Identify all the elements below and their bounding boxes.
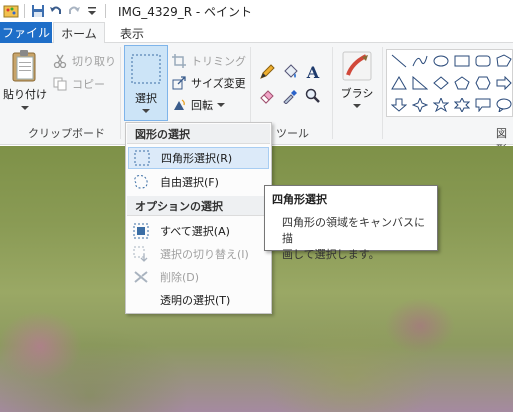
select-label: 選択 <box>135 92 157 105</box>
tab-file[interactable]: ファイル <box>0 22 52 43</box>
crop-icon <box>171 53 187 69</box>
four-point-star-shape-icon[interactable] <box>410 96 430 114</box>
customize-toolbar-icon[interactable] <box>83 2 101 20</box>
text-tool-icon[interactable]: A <box>304 63 322 82</box>
scissors-icon <box>52 53 68 69</box>
divider <box>24 4 25 18</box>
brushes-button[interactable]: ブラシ <box>336 51 378 109</box>
menu-item-label: 選択の切り替え(I) <box>160 248 249 261</box>
rectangle-shape-icon[interactable] <box>452 52 472 70</box>
rectangle-select-icon <box>131 54 161 84</box>
oval-callout-shape-icon[interactable] <box>494 96 513 114</box>
menu-item-invert-selection[interactable]: 選択の切り替え(I) <box>128 243 269 265</box>
magnifier-icon[interactable] <box>304 87 322 105</box>
select-button[interactable]: 選択 <box>124 45 168 121</box>
menu-item-transparent-selection[interactable]: 透明の選択(T) <box>128 289 269 311</box>
rotate-button[interactable]: 回転 <box>171 97 225 113</box>
resize-icon <box>171 75 187 91</box>
fill-bucket-icon[interactable] <box>281 63 299 81</box>
copy-button[interactable]: コピー <box>52 76 105 92</box>
callout-shape-icon[interactable] <box>473 96 493 114</box>
menu-item-rectangular-selection[interactable]: 四角形選択(R) <box>128 147 269 169</box>
cut-label: 切り取り <box>72 55 116 68</box>
title-bar: IMG_4329_R - ペイント <box>0 0 513 22</box>
group-divider <box>332 47 333 139</box>
menu-item-label: すべて選択(A) <box>160 225 230 238</box>
crop-label: トリミング <box>191 55 246 68</box>
tooltip-title: 四角形選択 <box>272 193 327 206</box>
triangle-shape-icon[interactable] <box>389 74 409 92</box>
curve-shape-icon[interactable] <box>410 52 430 70</box>
tooltip-body: 四角形の領域をキャンバスに描 画して選択します。 <box>272 215 430 263</box>
line-shape-icon[interactable] <box>389 52 409 70</box>
invert-selection-icon <box>130 243 152 265</box>
color-picker-icon[interactable] <box>281 87 299 105</box>
save-icon[interactable] <box>29 2 47 20</box>
delete-icon <box>130 266 152 288</box>
group-divider <box>120 47 121 139</box>
menu-item-label: 削除(D) <box>160 271 200 284</box>
menu-item-label: 四角形選択(R) <box>161 152 233 165</box>
menu-item-freeform-selection[interactable]: 自由選択(F) <box>128 171 269 193</box>
transparent-selection-icon <box>130 289 152 311</box>
six-point-star-shape-icon[interactable] <box>452 96 472 114</box>
right-arrow-shape-icon[interactable] <box>494 74 513 92</box>
freeform-select-icon <box>130 171 152 193</box>
undo-icon[interactable] <box>47 2 65 20</box>
select-all-icon <box>130 220 152 242</box>
rounded-rectangle-shape-icon[interactable] <box>473 52 493 70</box>
tab-view[interactable]: 表示 <box>108 22 156 44</box>
right-triangle-shape-icon[interactable] <box>410 74 430 92</box>
brushes-label: ブラシ <box>340 87 374 100</box>
menu-item-select-all[interactable]: すべて選択(A) <box>128 220 269 242</box>
clipboard-icon <box>12 50 36 82</box>
menu-item-delete[interactable]: 削除(D) <box>128 266 269 288</box>
select-dropdown-menu: 図形の選択 四角形選択(R) 自由選択(F) オプションの選択 すべて選択(A)… <box>125 122 272 314</box>
menu-item-label: 透明の選択(T) <box>160 294 231 307</box>
divider <box>105 4 106 18</box>
shapes-gallery <box>386 49 513 117</box>
chevron-down-icon <box>142 109 150 113</box>
polygon-shape-icon[interactable] <box>494 52 513 70</box>
selection-options-header: オプションの選択 <box>127 196 270 216</box>
rotate-icon <box>171 97 187 113</box>
chevron-down-icon <box>217 102 225 107</box>
five-point-star-shape-icon[interactable] <box>431 96 451 114</box>
clipboard-group-label: クリップボード <box>28 127 105 140</box>
ribbon-tab-row: ファイル ホーム 表示 <box>0 22 513 44</box>
crop-button[interactable]: トリミング <box>171 53 246 69</box>
brush-icon <box>342 51 372 81</box>
menu-item-label: 自由選択(F) <box>160 176 219 189</box>
down-arrow-shape-icon[interactable] <box>389 96 409 114</box>
rotate-label: 回転 <box>191 99 213 112</box>
hexagon-shape-icon[interactable] <box>473 74 493 92</box>
shape-selection-header: 図形の選択 <box>127 124 270 144</box>
pentagon-shape-icon[interactable] <box>452 74 472 92</box>
pencil-icon[interactable] <box>258 63 276 81</box>
tooltip-line: 画して選択します。 <box>282 248 380 261</box>
group-divider <box>382 47 383 139</box>
diamond-shape-icon[interactable] <box>431 74 451 92</box>
paste-label: 貼り付け <box>3 88 47 101</box>
oval-shape-icon[interactable] <box>431 52 451 70</box>
copy-label: コピー <box>72 78 105 91</box>
chevron-down-icon <box>353 104 361 108</box>
rectangle-select-icon <box>131 147 153 169</box>
quick-access-toolbar <box>0 0 110 22</box>
resize-label: サイズ変更 <box>191 77 246 90</box>
redo-icon[interactable] <box>65 2 83 20</box>
cut-button[interactable]: 切り取り <box>52 53 116 69</box>
paint-app-icon[interactable] <box>2 2 20 20</box>
chevron-down-icon <box>21 106 29 110</box>
paste-button[interactable]: 貼り付け <box>2 49 48 111</box>
copy-icon <box>52 76 68 92</box>
eraser-icon[interactable] <box>258 87 276 105</box>
tools-group-label: ツール <box>276 127 309 140</box>
tab-home[interactable]: ホーム <box>53 22 105 44</box>
resize-button[interactable]: サイズ変更 <box>171 75 246 91</box>
tooltip-line: 四角形の領域をキャンバスに描 <box>282 216 425 245</box>
tooltip: 四角形選択 四角形の領域をキャンバスに描 画して選択します。 <box>264 185 438 261</box>
window-title: IMG_4329_R - ペイント <box>118 4 253 19</box>
